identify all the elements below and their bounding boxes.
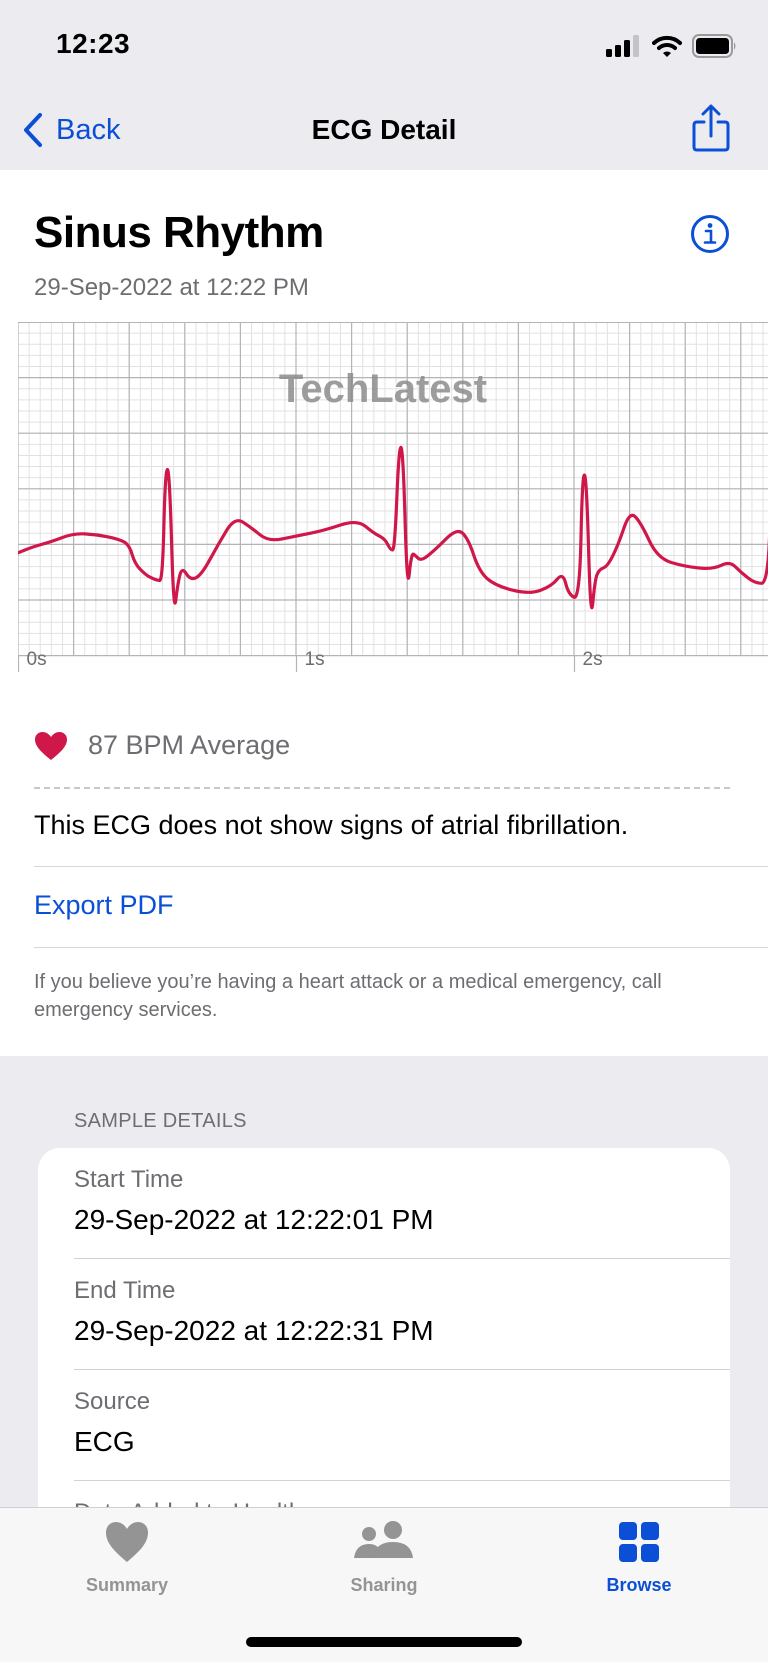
cellular-signal-icon xyxy=(606,35,639,57)
ecg-chart: TechLatest 0s 1s 2s xyxy=(18,322,768,672)
rhythm-classification: Sinus Rhythm xyxy=(34,208,324,257)
detail-value: ECG xyxy=(74,1426,135,1457)
recording-date: 29-Sep-2022 at 12:22 PM xyxy=(34,274,309,301)
time-tick-label: 2s xyxy=(583,649,603,670)
tab-label: Browse xyxy=(606,1575,672,1595)
status-bar: 12:23 xyxy=(0,0,768,90)
ecg-time-axis: 0s 1s 2s xyxy=(18,649,603,672)
emergency-warning-text: If you believe you’re having a heart att… xyxy=(34,971,662,1021)
page-title: ECG Detail xyxy=(311,114,457,145)
info-icon xyxy=(691,215,729,253)
sample-details-header: SAMPLE DETAILS xyxy=(74,1110,247,1132)
dashed-divider xyxy=(34,787,730,789)
home-indicator[interactable] xyxy=(246,1637,522,1647)
share-icon xyxy=(692,104,730,152)
divider xyxy=(34,947,768,948)
heart-icon xyxy=(106,1522,148,1562)
afib-result-text: This ECG does not show signs of atrial f… xyxy=(34,810,629,840)
people-icon xyxy=(354,1521,413,1558)
ecg-detail-content: Sinus Rhythm 29-Sep-2022 at 12:22 PM Tec… xyxy=(0,170,768,1056)
export-pdf-link[interactable]: Export PDF xyxy=(34,890,174,921)
status-time: 12:23 xyxy=(56,28,131,59)
heart-icon xyxy=(35,731,67,760)
detail-label: Source xyxy=(74,1388,151,1415)
tab-label: Sharing xyxy=(350,1575,418,1595)
info-button[interactable] xyxy=(690,214,730,259)
watermark: TechLatest xyxy=(279,367,487,411)
wifi-icon xyxy=(652,35,682,57)
share-button[interactable] xyxy=(692,104,730,157)
detail-value: 29-Sep-2022 at 12:22:01 PM xyxy=(74,1204,434,1235)
tab-sharing[interactable]: Sharing xyxy=(304,1520,464,1596)
time-tick-label: 1s xyxy=(305,649,325,670)
tab-browse[interactable]: Browse xyxy=(559,1520,719,1596)
time-tick-label: 0s xyxy=(27,649,47,670)
ecg-trace xyxy=(18,445,768,610)
grid-icon xyxy=(619,1522,659,1562)
detail-value: 29-Sep-2022 at 12:22:31 PM xyxy=(74,1315,434,1346)
divider xyxy=(34,866,768,867)
bpm-average-text: 87 BPM Average xyxy=(88,730,291,760)
tab-label: Summary xyxy=(85,1575,169,1595)
detail-row-end-time: End Time 29-Sep-2022 at 12:22:31 PM xyxy=(74,1259,730,1370)
detail-row-start-time: Start Time 29-Sep-2022 at 12:22:01 PM xyxy=(74,1148,730,1259)
battery-icon xyxy=(692,34,736,58)
detail-label: Start Time xyxy=(74,1166,184,1193)
ecg-chart-svg: TechLatest 0s 1s 2s xyxy=(18,322,768,672)
sample-details-card: Start Time 29-Sep-2022 at 12:22:01 PM En… xyxy=(38,1148,730,1568)
navigation-bar: Back ECG Detail xyxy=(0,90,768,170)
detail-label: End Time xyxy=(74,1277,176,1304)
detail-row-source: Source ECG xyxy=(74,1370,730,1481)
status-icons xyxy=(606,34,738,58)
average-heart-rate: 87 BPM Average xyxy=(34,730,290,761)
tab-summary[interactable]: Summary xyxy=(47,1520,207,1596)
